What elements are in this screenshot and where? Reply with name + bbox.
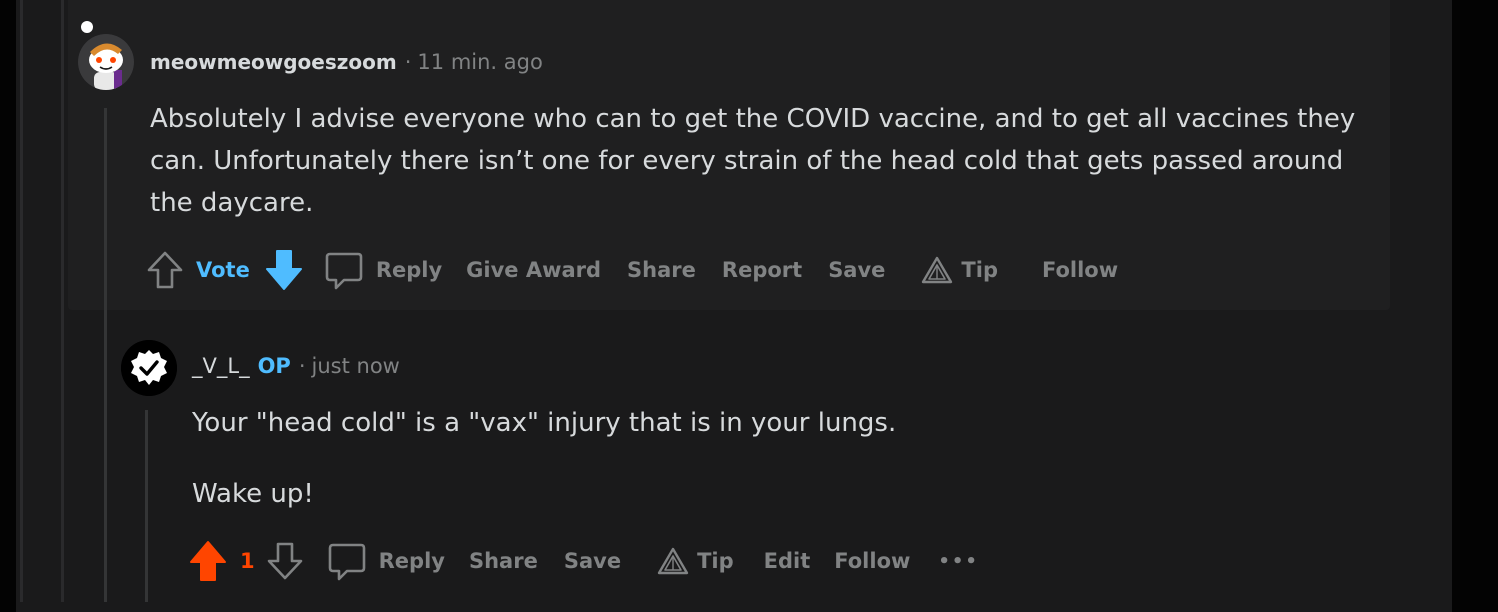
snoo-avatar-icon	[78, 34, 134, 90]
tip-triangle-icon	[922, 256, 953, 284]
comment-paragraph: Wake up!	[192, 479, 314, 509]
reply-bubble-icon	[325, 252, 363, 290]
tip-label: Tip	[697, 549, 734, 573]
comment-paragraph: Your "head cold" is a "vax" injury that …	[192, 408, 897, 438]
comment-text: Absolutely I advise everyone who can to …	[150, 104, 1356, 218]
meta-separator: ·	[404, 50, 412, 74]
save-button[interactable]: Save	[564, 549, 621, 573]
comment-collapse-rail[interactable]	[104, 108, 107, 602]
comment-body: Absolutely I advise everyone who can to …	[150, 98, 1360, 224]
upvote-icon	[147, 251, 183, 289]
downvote-button[interactable]	[264, 249, 304, 291]
op-badge: OP	[257, 354, 291, 378]
thread-rail[interactable]	[61, 0, 64, 602]
comment-meta: meowmeowgoeszoom · 11 min. ago	[150, 50, 543, 74]
reply-button[interactable]: Reply	[327, 541, 445, 581]
avatar-accessory-icon	[81, 21, 93, 33]
reply-label: Reply	[375, 258, 443, 282]
user-avatar[interactable]	[78, 34, 134, 90]
vote-label: Vote	[196, 258, 250, 282]
upvote-button[interactable]	[146, 250, 184, 290]
comment-meta: _V_L_ OP · just now	[192, 354, 400, 378]
meta-separator: ·	[298, 354, 306, 378]
follow-button[interactable]: Follow	[834, 549, 910, 573]
comment-actions: 1 Reply Share Save Tip Edit Follow •••	[188, 538, 979, 584]
page-gutter-right	[1452, 0, 1498, 612]
upvote-icon	[190, 541, 226, 581]
reply-bubble-icon	[328, 543, 365, 581]
more-options-icon: •••	[938, 550, 979, 572]
tip-label: Tip	[961, 258, 998, 282]
page-gutter-left	[0, 0, 16, 612]
upvote-button[interactable]	[188, 540, 228, 582]
tip-triangle-icon	[657, 547, 689, 575]
reply-button[interactable]: Reply	[324, 250, 442, 290]
comment-timestamp[interactable]: just now	[312, 354, 400, 378]
downvote-icon	[265, 250, 302, 290]
downvote-button[interactable]	[267, 541, 303, 581]
comment-collapse-rail[interactable]	[145, 410, 148, 602]
more-options-button[interactable]: •••	[938, 551, 979, 572]
user-avatar[interactable]	[121, 340, 177, 396]
comment-body: Your "head cold" is a "vax" injury that …	[192, 402, 1372, 515]
comment-timestamp[interactable]: 11 min. ago	[417, 50, 542, 74]
share-button[interactable]: Share	[627, 258, 696, 282]
downvote-icon	[267, 542, 302, 580]
save-button[interactable]: Save	[828, 258, 885, 282]
report-button[interactable]: Report	[722, 258, 802, 282]
thread-rail[interactable]	[20, 0, 23, 602]
comment-username[interactable]: meowmeowgoeszoom	[150, 50, 397, 74]
edit-button[interactable]: Edit	[764, 549, 811, 573]
vote-score: 1	[240, 549, 255, 573]
verified-check-icon	[121, 340, 177, 396]
tip-button[interactable]: Tip	[921, 255, 998, 285]
give-award-button[interactable]: Give Award	[466, 258, 601, 282]
comment-actions: Vote Reply Give Award Share Report Save …	[146, 247, 1118, 293]
reply-label: Reply	[378, 549, 445, 573]
comment-username[interactable]: _V_L_	[192, 354, 250, 378]
follow-button[interactable]: Follow	[1042, 258, 1118, 282]
share-button[interactable]: Share	[469, 549, 538, 573]
tip-button[interactable]: Tip	[657, 546, 734, 576]
